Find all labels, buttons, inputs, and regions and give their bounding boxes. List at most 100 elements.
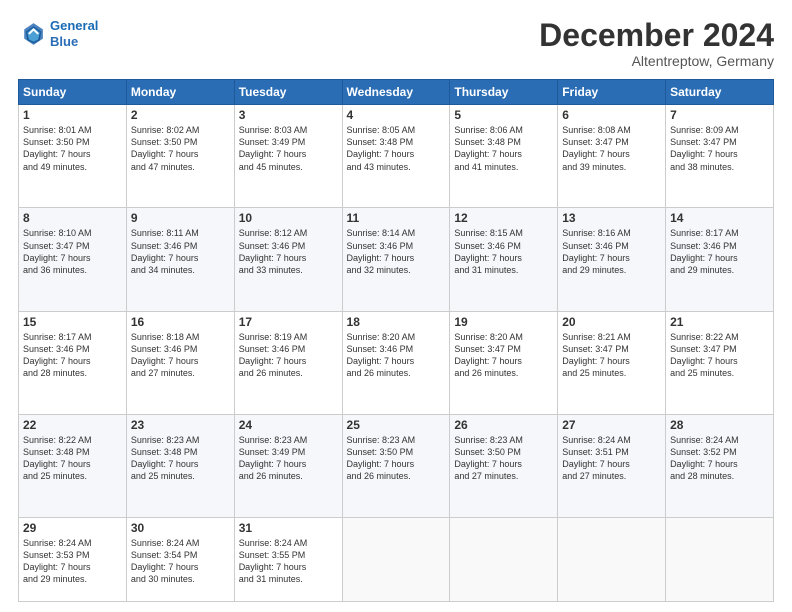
- cell-content: Sunrise: 8:15 AMSunset: 3:46 PMDaylight:…: [454, 227, 553, 276]
- cell-content: Sunrise: 8:01 AMSunset: 3:50 PMDaylight:…: [23, 124, 122, 173]
- logo: General Blue: [18, 18, 98, 49]
- day-number: 15: [23, 315, 122, 329]
- calendar-cell: 10 Sunrise: 8:12 AMSunset: 3:46 PMDayligh…: [234, 208, 342, 311]
- day-number: 27: [562, 418, 661, 432]
- cell-content: Sunrise: 8:02 AMSunset: 3:50 PMDaylight:…: [131, 124, 230, 173]
- cell-content: Sunrise: 8:24 AMSunset: 3:55 PMDaylight:…: [239, 537, 338, 586]
- calendar-cell: 15 Sunrise: 8:17 AMSunset: 3:46 PMDayligh…: [19, 311, 127, 414]
- logo-text: General Blue: [50, 18, 98, 49]
- cell-content: Sunrise: 8:14 AMSunset: 3:46 PMDaylight:…: [347, 227, 446, 276]
- day-header-monday: Monday: [126, 80, 234, 105]
- day-number: 29: [23, 521, 122, 535]
- calendar-cell: 1 Sunrise: 8:01 AMSunset: 3:50 PMDaylight…: [19, 105, 127, 208]
- day-number: 22: [23, 418, 122, 432]
- calendar-cell: 7Sunrise: 8:09 AMSunset: 3:47 PMDaylight…: [666, 105, 774, 208]
- day-header-friday: Friday: [558, 80, 666, 105]
- week-row-4: 22 Sunrise: 8:22 AMSunset: 3:48 PMDayligh…: [19, 414, 774, 517]
- cell-content: Sunrise: 8:12 AMSunset: 3:46 PMDaylight:…: [239, 227, 338, 276]
- day-number: 3: [239, 108, 338, 122]
- cell-content: Sunrise: 8:03 AMSunset: 3:49 PMDaylight:…: [239, 124, 338, 173]
- day-number: 1: [23, 108, 122, 122]
- cell-content: Sunrise: 8:11 AMSunset: 3:46 PMDaylight:…: [131, 227, 230, 276]
- header: General Blue December 2024 Altentreptow,…: [18, 18, 774, 69]
- day-number: 23: [131, 418, 230, 432]
- day-header-sunday: Sunday: [19, 80, 127, 105]
- logo-icon: [18, 20, 46, 48]
- cell-content: Sunrise: 8:16 AMSunset: 3:46 PMDaylight:…: [562, 227, 661, 276]
- calendar-cell: 12 Sunrise: 8:15 AMSunset: 3:46 PMDayligh…: [450, 208, 558, 311]
- week-row-1: 1 Sunrise: 8:01 AMSunset: 3:50 PMDaylight…: [19, 105, 774, 208]
- cell-content: Sunrise: 8:24 AMSunset: 3:51 PMDaylight:…: [562, 434, 661, 483]
- header-row: SundayMondayTuesdayWednesdayThursdayFrid…: [19, 80, 774, 105]
- logo-line1: General: [50, 18, 98, 33]
- week-row-5: 29Sunrise: 8:24 AMSunset: 3:53 PMDayligh…: [19, 518, 774, 602]
- calendar-cell: 21 Sunrise: 8:22 AMSunset: 3:47 PMDayligh…: [666, 311, 774, 414]
- calendar-cell: 19 Sunrise: 8:20 AMSunset: 3:47 PMDayligh…: [450, 311, 558, 414]
- day-number: 26: [454, 418, 553, 432]
- day-number: 9: [131, 211, 230, 225]
- cell-content: Sunrise: 8:23 AMSunset: 3:48 PMDaylight:…: [131, 434, 230, 483]
- cell-content: Sunrise: 8:05 AMSunset: 3:48 PMDaylight:…: [347, 124, 446, 173]
- cell-content: Sunrise: 8:17 AMSunset: 3:46 PMDaylight:…: [670, 227, 769, 276]
- day-number: 30: [131, 521, 230, 535]
- calendar-cell: 23 Sunrise: 8:23 AMSunset: 3:48 PMDayligh…: [126, 414, 234, 517]
- day-header-saturday: Saturday: [666, 80, 774, 105]
- calendar-cell: [342, 518, 450, 602]
- calendar-table: SundayMondayTuesdayWednesdayThursdayFrid…: [18, 79, 774, 602]
- day-number: 6: [562, 108, 661, 122]
- day-number: 2: [131, 108, 230, 122]
- cell-content: Sunrise: 8:21 AMSunset: 3:47 PMDaylight:…: [562, 331, 661, 380]
- calendar-cell: [558, 518, 666, 602]
- day-number: 4: [347, 108, 446, 122]
- day-number: 7: [670, 108, 769, 122]
- cell-content: Sunrise: 8:20 AMSunset: 3:46 PMDaylight:…: [347, 331, 446, 380]
- calendar-cell: 4 Sunrise: 8:05 AMSunset: 3:48 PMDaylight…: [342, 105, 450, 208]
- cell-content: Sunrise: 8:23 AMSunset: 3:49 PMDaylight:…: [239, 434, 338, 483]
- cell-content: Sunrise: 8:22 AMSunset: 3:48 PMDaylight:…: [23, 434, 122, 483]
- cell-content: Sunrise: 8:22 AMSunset: 3:47 PMDaylight:…: [670, 331, 769, 380]
- day-header-wednesday: Wednesday: [342, 80, 450, 105]
- day-number: 21: [670, 315, 769, 329]
- week-row-3: 15 Sunrise: 8:17 AMSunset: 3:46 PMDayligh…: [19, 311, 774, 414]
- cell-content: Sunrise: 8:06 AMSunset: 3:48 PMDaylight:…: [454, 124, 553, 173]
- calendar-cell: 25Sunrise: 8:23 AMSunset: 3:50 PMDayligh…: [342, 414, 450, 517]
- logo-line2: Blue: [50, 34, 78, 49]
- day-number: 25: [347, 418, 446, 432]
- calendar-cell: 2 Sunrise: 8:02 AMSunset: 3:50 PMDaylight…: [126, 105, 234, 208]
- day-number: 18: [347, 315, 446, 329]
- calendar-cell: 11Sunrise: 8:14 AMSunset: 3:46 PMDayligh…: [342, 208, 450, 311]
- cell-content: Sunrise: 8:18 AMSunset: 3:46 PMDaylight:…: [131, 331, 230, 380]
- calendar-cell: 6Sunrise: 8:08 AMSunset: 3:47 PMDaylight…: [558, 105, 666, 208]
- day-number: 5: [454, 108, 553, 122]
- day-number: 19: [454, 315, 553, 329]
- calendar-cell: 24 Sunrise: 8:23 AMSunset: 3:49 PMDayligh…: [234, 414, 342, 517]
- calendar-cell: 30 Sunrise: 8:24 AMSunset: 3:54 PMDayligh…: [126, 518, 234, 602]
- calendar-cell: [450, 518, 558, 602]
- calendar-cell: 8 Sunrise: 8:10 AMSunset: 3:47 PMDaylight…: [19, 208, 127, 311]
- day-number: 20: [562, 315, 661, 329]
- calendar-cell: 13 Sunrise: 8:16 AMSunset: 3:46 PMDayligh…: [558, 208, 666, 311]
- day-number: 12: [454, 211, 553, 225]
- cell-content: Sunrise: 8:24 AMSunset: 3:54 PMDaylight:…: [131, 537, 230, 586]
- page: General Blue December 2024 Altentreptow,…: [0, 0, 792, 612]
- calendar-cell: 31 Sunrise: 8:24 AMSunset: 3:55 PMDayligh…: [234, 518, 342, 602]
- calendar-cell: 17Sunrise: 8:19 AMSunset: 3:46 PMDayligh…: [234, 311, 342, 414]
- calendar-cell: 20 Sunrise: 8:21 AMSunset: 3:47 PMDayligh…: [558, 311, 666, 414]
- day-number: 28: [670, 418, 769, 432]
- cell-content: Sunrise: 8:17 AMSunset: 3:46 PMDaylight:…: [23, 331, 122, 380]
- day-number: 17: [239, 315, 338, 329]
- day-number: 24: [239, 418, 338, 432]
- calendar-cell: 14Sunrise: 8:17 AMSunset: 3:46 PMDayligh…: [666, 208, 774, 311]
- cell-content: Sunrise: 8:20 AMSunset: 3:47 PMDaylight:…: [454, 331, 553, 380]
- calendar-cell: 29Sunrise: 8:24 AMSunset: 3:53 PMDayligh…: [19, 518, 127, 602]
- day-number: 10: [239, 211, 338, 225]
- day-number: 13: [562, 211, 661, 225]
- day-number: 31: [239, 521, 338, 535]
- day-number: 8: [23, 211, 122, 225]
- cell-content: Sunrise: 8:10 AMSunset: 3:47 PMDaylight:…: [23, 227, 122, 276]
- title-block: December 2024 Altentreptow, Germany: [539, 18, 774, 69]
- calendar-cell: 28 Sunrise: 8:24 AMSunset: 3:52 PMDayligh…: [666, 414, 774, 517]
- calendar-cell: 27 Sunrise: 8:24 AMSunset: 3:51 PMDayligh…: [558, 414, 666, 517]
- calendar-cell: 5 Sunrise: 8:06 AMSunset: 3:48 PMDaylight…: [450, 105, 558, 208]
- cell-content: Sunrise: 8:24 AMSunset: 3:52 PMDaylight:…: [670, 434, 769, 483]
